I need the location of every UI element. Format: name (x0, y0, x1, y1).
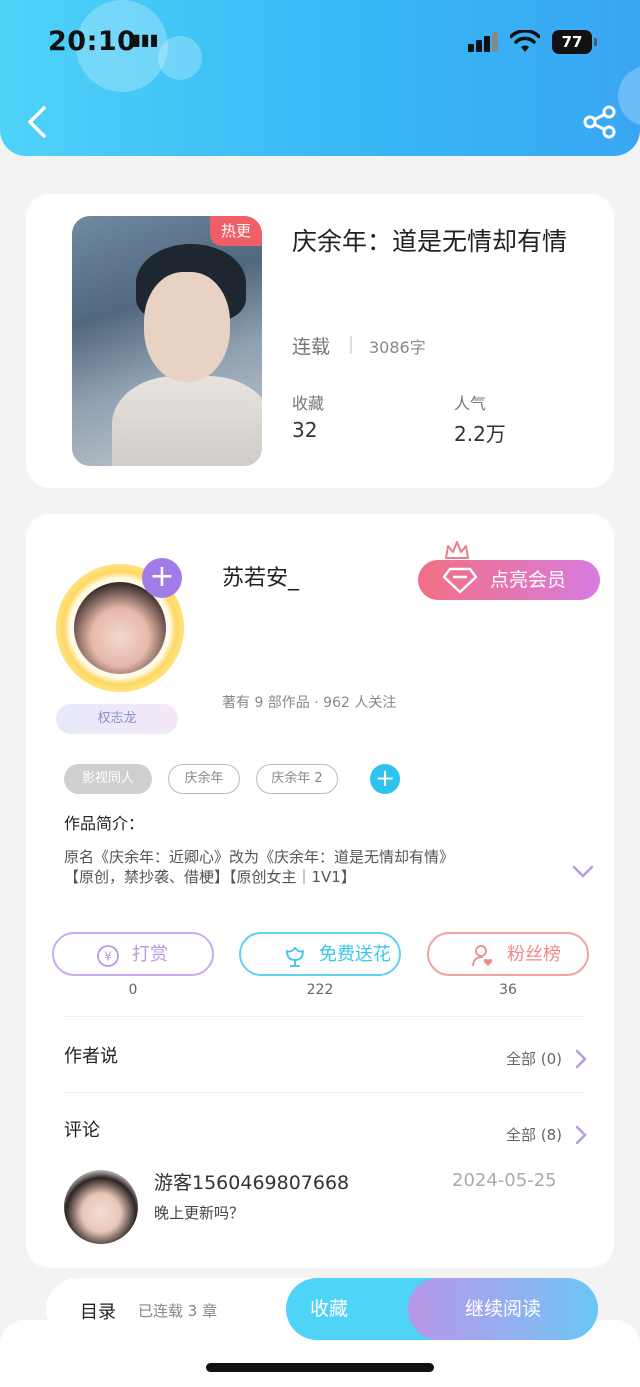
bottom-action-bar: 目录 已连载 3 章 收藏 继续阅读 (46, 1278, 598, 1340)
author-meta: 著有 9 部作品 · 962 人关注 (222, 695, 397, 711)
book-title: 庆余年：道是无情却有情 (292, 227, 568, 256)
tag-item[interactable]: 庆余年 (168, 764, 240, 794)
tip-label: 打赏 (132, 944, 168, 965)
divider (350, 336, 352, 354)
chapter-count: 已连载 3 章 (138, 1302, 218, 1320)
divider (64, 1016, 584, 1017)
author-info-card: + 苏若安_ 点亮会员 著有 9 部作品 · 962 人关注 权志龙 影视同人 … (26, 514, 614, 1268)
wifi-icon (510, 30, 540, 52)
popularity-value: 2.2万 (454, 422, 506, 446)
favorites-label: 收藏 (292, 394, 325, 413)
header-bar: 20:10 ▮▮▮ 77 (0, 0, 640, 156)
back-button[interactable] (22, 104, 52, 140)
table-of-contents-button[interactable]: 目录 (80, 1298, 116, 1324)
flower-count: 222 (306, 982, 334, 998)
continue-reading-button[interactable]: 继续阅读 (408, 1278, 598, 1340)
book-info-card: 热更 庆余年：道是无情却有情 连载 3086字 收藏 32 人气 2.2万 (26, 194, 614, 488)
decor-bubble (618, 66, 640, 126)
comments-title: 评论 (64, 1120, 100, 1141)
battery-icon: 77 (552, 30, 597, 54)
add-tag-button[interactable]: + (370, 764, 400, 794)
fan-ranking-button[interactable]: 粉丝榜 (427, 932, 589, 976)
diamond-icon (442, 567, 478, 594)
comment-username: 游客1560469807668 (154, 1172, 350, 1194)
home-indicator (206, 1363, 434, 1372)
tag-item[interactable]: 影视同人 (64, 764, 152, 794)
comment-avatar[interactable] (64, 1170, 138, 1244)
yuan-coin-icon: ¥ (97, 945, 119, 967)
chevron-right-icon[interactable] (574, 1124, 588, 1146)
hot-update-badge: 热更 (210, 216, 262, 246)
intro-line: 原名《庆余年：近卿心》改为《庆余年：道是无情却有情》 (64, 848, 455, 866)
cellular-signal-icon (468, 32, 500, 52)
tip-button[interactable]: ¥ 打赏 (52, 932, 214, 976)
send-flower-label: 免费送花 (319, 944, 391, 965)
tip-count: 0 (128, 982, 138, 998)
intro-line: 【原创，禁抄袭、借梗】【原创女主｜1V1】 (64, 868, 356, 886)
status-time: 20:10 (48, 26, 137, 57)
popularity-label: 人气 (454, 394, 487, 413)
user-heart-icon (472, 945, 493, 967)
share-icon[interactable] (582, 104, 618, 140)
follow-plus-button[interactable]: + (142, 558, 182, 598)
crown-icon (445, 541, 469, 559)
book-cover-image[interactable] (72, 216, 262, 466)
tag-item[interactable]: 庆余年 2 (256, 764, 338, 794)
favorites-value: 32 (292, 418, 318, 442)
book-status: 连载 (292, 336, 331, 358)
fan-ranking-label: 粉丝榜 (507, 944, 561, 965)
flower-icon (286, 947, 304, 967)
intro-title: 作品简介： (64, 814, 145, 833)
send-flower-button[interactable]: 免费送花 (239, 932, 401, 976)
fan-count: 36 (499, 982, 517, 998)
chevron-right-icon[interactable] (574, 1048, 588, 1070)
comments-more-link[interactable]: 全部 (8) (506, 1124, 562, 1145)
divider (64, 1092, 584, 1093)
author-says-title: 作者说 (64, 1046, 118, 1067)
bell-icon: ▮▮▮ (132, 30, 159, 49)
svg-text:¥: ¥ (104, 950, 112, 964)
chevron-down-icon[interactable] (572, 864, 594, 880)
author-name: 苏若安_ (222, 566, 300, 591)
comment-text: 晚上更新吗？ (154, 1204, 245, 1222)
word-count: 3086字 (369, 338, 426, 357)
comment-date: 2024-05-25 (452, 1170, 557, 1191)
fan-badge: 权志龙 (56, 704, 178, 734)
decor-bubble (158, 36, 202, 80)
author-says-more-link[interactable]: 全部 (0) (506, 1048, 562, 1069)
